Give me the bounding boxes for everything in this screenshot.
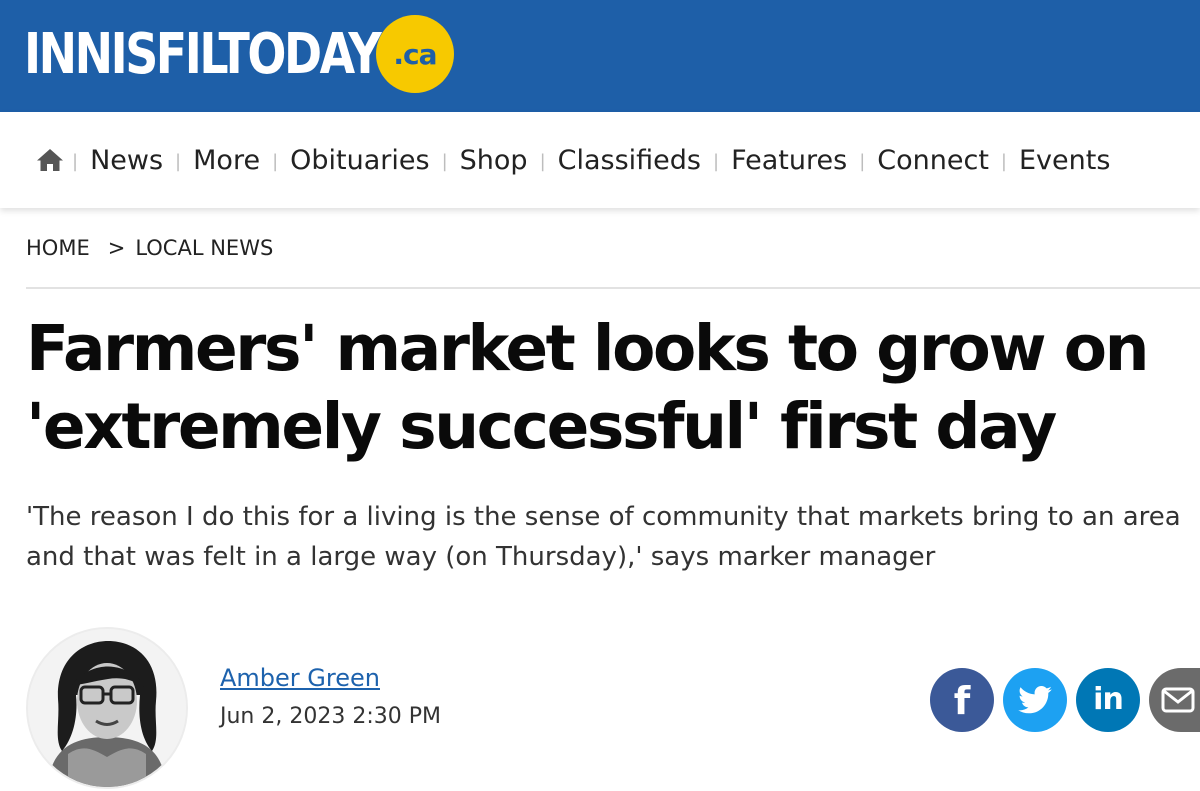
nav-item-features[interactable]: Features — [731, 145, 847, 176]
logo-badge: .ca — [376, 15, 454, 93]
share-email-button[interactable] — [1149, 668, 1200, 732]
nav-separator: | — [272, 150, 279, 172]
deck-line-1: 'The reason I do this for a living is th… — [26, 502, 1181, 532]
nav-separator: | — [713, 150, 720, 172]
nav-separator: | — [1000, 150, 1007, 172]
nav-separator: | — [72, 150, 79, 172]
headline-line-1: Farmers' market looks to grow on — [26, 312, 1149, 385]
twitter-icon — [1018, 686, 1052, 714]
share-linkedin-button[interactable]: in — [1076, 668, 1140, 732]
headline-line-2: 'extremely successful' first day — [26, 390, 1057, 463]
nav-items: | News | More | Obituaries | Shop | Clas… — [36, 112, 1110, 208]
breadcrumb: HOME > LOCAL NEWS — [26, 236, 273, 260]
facebook-icon: f — [953, 679, 971, 723]
nav-item-classifieds[interactable]: Classifieds — [558, 145, 701, 176]
nav-item-obituaries[interactable]: Obituaries — [290, 145, 429, 176]
nav-item-connect[interactable]: Connect — [877, 145, 989, 176]
share-facebook-button[interactable]: f — [930, 668, 994, 732]
site-logo[interactable]: INNISFILTODAY .ca — [24, 14, 454, 94]
article-headline: Farmers' market looks to grow on 'extrem… — [26, 310, 1196, 466]
deck-line-2: and that was felt in a large way (on Thu… — [26, 542, 936, 572]
nav-item-more[interactable]: More — [193, 145, 260, 176]
logo-wordmark: INNISFILTODAY — [24, 21, 382, 87]
logo-badge-text: .ca — [393, 37, 437, 71]
breadcrumb-local-news[interactable]: LOCAL NEWS — [135, 236, 273, 260]
main-nav: | News | More | Obituaries | Shop | Clas… — [0, 112, 1200, 208]
breadcrumb-separator: > — [107, 236, 126, 260]
nav-item-news[interactable]: News — [90, 145, 163, 176]
site-header: INNISFILTODAY .ca — [0, 0, 1200, 112]
nav-separator: | — [175, 150, 182, 172]
breadcrumb-divider — [26, 287, 1200, 289]
share-bar: f in — [0, 668, 1200, 732]
nav-separator: | — [441, 150, 448, 172]
nav-item-events[interactable]: Events — [1019, 145, 1110, 176]
share-twitter-button[interactable] — [1003, 668, 1067, 732]
breadcrumb-home[interactable]: HOME — [26, 236, 90, 260]
linkedin-icon: in — [1093, 682, 1124, 717]
nav-separator: | — [859, 150, 866, 172]
nav-separator: | — [539, 150, 546, 172]
home-icon[interactable] — [36, 147, 66, 173]
article-deck: 'The reason I do this for a living is th… — [26, 497, 1200, 577]
nav-item-shop[interactable]: Shop — [460, 145, 528, 176]
email-icon — [1161, 687, 1195, 713]
